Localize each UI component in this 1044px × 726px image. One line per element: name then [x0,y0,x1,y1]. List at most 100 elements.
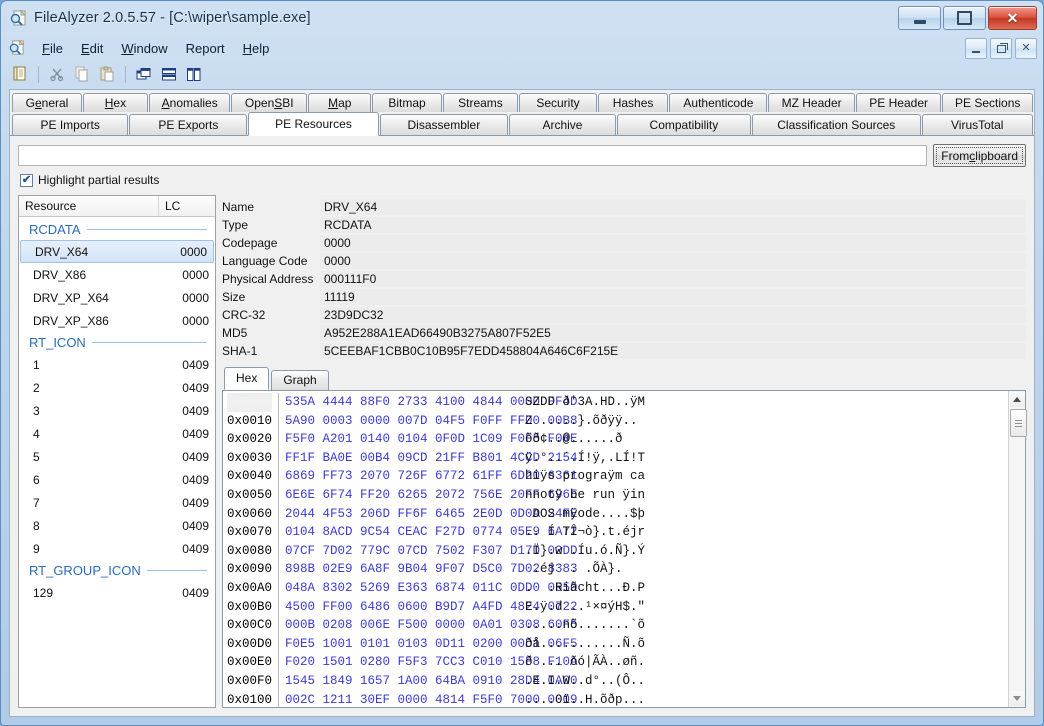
hex-row[interactable]: 000B 0208 006E F500 0000 0A01 0308 60F5.… [285,616,1008,635]
search-input[interactable] [18,145,928,166]
hex-offset: 0x0000 [227,393,273,412]
document-icon [9,39,25,56]
resource-item-icon-4[interactable]: 4 0409 [19,422,215,445]
checkmark-icon: ✔ [21,173,32,186]
cut-scissors-icon[interactable] [46,64,68,85]
tab-general[interactable]: General [12,93,82,112]
resource-item-icon-8[interactable]: 8 0409 [19,514,215,537]
hex-vertical-scrollbar[interactable] [1008,391,1027,707]
tab-security[interactable]: Security [519,93,597,112]
resource-list-header: Resource LC [19,196,215,217]
resource-item-drv-xp-x86[interactable]: DRV_XP_X86 0000 [19,309,215,332]
cascade-windows-icon[interactable] [133,64,155,85]
resource-item-drv-xp-x64[interactable]: DRV_XP_X64 0000 [19,286,215,309]
hex-row[interactable]: 0104 8ACD 9C54 CEAC F27D 0774 05E9 6A72.… [285,523,1008,542]
hex-row[interactable]: 1545 1849 1657 1A00 64BA 0910 28D4 0A00.… [285,672,1008,691]
tab-authenticode[interactable]: Authenticode [669,93,768,112]
tile-vertical-icon[interactable] [183,64,205,85]
scrollbar-thumb[interactable] [1010,409,1027,437]
hex-row[interactable]: FF1F BA0E 00B4 09CD 21FF B801 4CCD 2154ÿ… [285,449,1008,468]
resource-item-icon-3[interactable]: 3 0409 [19,399,215,422]
resource-group-rt-icon[interactable]: RT_ICON [19,332,215,353]
property-row-name: Name DRV_X64 [222,198,1026,216]
property-value-type: RCDATA [320,217,1026,233]
tile-horizontal-icon[interactable] [158,64,180,85]
minimize-button[interactable] [898,6,941,30]
resource-item-icon-7[interactable]: 7 0409 [19,491,215,514]
hex-row[interactable]: F5F0 A201 0140 0104 0F0D 1C09 F0F5 F00Eõ… [285,430,1008,449]
tab-streams[interactable]: Streams [442,93,519,112]
hex-row[interactable]: 002C 1211 30EF 0000 4814 F5F0 7000 0009.… [285,691,1008,708]
maximize-button[interactable] [943,6,986,30]
column-header-resource[interactable]: Resource [19,196,159,216]
tab-pe-exports[interactable]: PE Exports [129,114,248,135]
menu-window[interactable]: Window [112,38,176,59]
scroll-down-button[interactable] [1009,691,1025,706]
menu-report[interactable]: Report [177,38,234,59]
property-row-md5: MD5 A952E288A1EAD66490B3275A807F52E5 [222,324,1026,342]
resource-item-drv-x64[interactable]: DRV_X64 0000 [20,240,214,263]
resource-item-icon-6[interactable]: 6 0409 [19,468,215,491]
highlight-partial-results-checkbox[interactable]: ✔ [20,173,33,187]
tab-graph-view[interactable]: Graph [271,370,329,390]
tab-pe-resources[interactable]: PE Resources [248,112,379,136]
hex-offset: 0x0050 [227,487,273,502]
tab-pe-sections[interactable]: PE Sections [942,93,1033,112]
tab-archive[interactable]: Archive [509,114,616,135]
from-clipboard-button[interactable]: From c lipboard [933,144,1026,167]
tab-map[interactable]: Map [308,93,372,112]
resource-item-drv-x86[interactable]: DRV_X86 0000 [19,263,215,286]
hex-row[interactable]: 898B 02E9 6A8F 9B04 9F07 D5C0 7D02 8383 … [285,560,1008,579]
tab-pe-imports[interactable]: PE Imports [12,114,129,135]
resource-list-body: RCDATA DRV_X64 0000 DRV_X86 0000 DRV_XP_… [19,217,215,707]
open-file-icon[interactable] [9,64,31,85]
tab-pe-header[interactable]: PE Header [855,93,942,112]
hex-row[interactable]: F0E5 1001 0101 0103 0D11 0200 00D1 06F5ð… [285,635,1008,654]
group-divider [91,342,207,343]
tab-anomalies[interactable]: Anomalies [148,93,231,112]
copy-icon[interactable] [71,64,93,85]
tab-opensbi[interactable]: OpenSBI [231,93,308,112]
resource-group-rt-group-icon[interactable]: RT_GROUP_ICON [19,560,215,581]
resource-item-group-icon-129[interactable]: 129 0409 [19,581,215,604]
hex-row[interactable]: 048A 8302 5269 E363 6874 011C 0DD0 0550.… [285,579,1008,598]
hex-row[interactable]: 5A90 0003 0000 007D 04F5 F0FF FF00 00B8Z… [285,412,1008,431]
tab-hex-view[interactable]: Hex [224,367,270,390]
property-row-crc32: CRC-32 23D9DC32 [222,306,1026,324]
menu-help[interactable]: Help [234,38,279,59]
tab-hex[interactable]: Hex [82,93,148,112]
hex-row[interactable]: 6E6E 6F74 FF20 6265 2072 756E 20FF 696En… [285,486,1008,505]
hex-row[interactable]: 07CF 7D02 779C 07CD 7502 F307 D17D 02DD.… [285,542,1008,561]
tab-mz-header[interactable]: MZ Header [768,93,855,112]
hex-row[interactable]: 6869 FF73 2070 726F 6772 61FF 6D20 6361h… [285,467,1008,486]
resource-item-icon-9[interactable]: 9 0409 [19,537,215,560]
hex-offset: 0x0070 [227,525,273,540]
hex-row[interactable]: F020 1501 0280 F5F3 7CC3 C010 15F8 F10Að… [285,653,1008,672]
resource-group-rcdata[interactable]: RCDATA [19,219,215,240]
resource-item-icon-2[interactable]: 2 0409 [19,376,215,399]
menu-file[interactable]: File [33,38,72,59]
resource-item-icon-1[interactable]: 1 0409 [19,353,215,376]
hex-row[interactable]: 4500 FF00 6486 0600 B9D7 A4FD 4824 0722E… [285,598,1008,617]
hex-row[interactable]: 535A 4444 88F0 2733 4100 4844 0000 FF4DS… [285,393,1008,412]
hex-row[interactable]: 2044 4F53 206D FF6F 6465 2E0D 0D0A 24FE … [285,505,1008,524]
tab-compatibility[interactable]: Compatibility [616,114,752,135]
tab-bitmap[interactable]: Bitmap [372,93,442,112]
scroll-up-button[interactable] [1009,392,1025,407]
tab-classification-sources[interactable]: Classification Sources [752,114,921,135]
paste-icon[interactable] [96,64,118,85]
property-value-size: 11119 [320,289,1026,305]
tab-disassembler[interactable]: Disassembler [379,114,509,135]
menu-edit[interactable]: Edit [72,38,112,59]
property-row-physical-address: Physical Address 000111F0 [222,270,1026,288]
close-button[interactable]: ✕ [988,6,1037,30]
column-header-lc[interactable]: LC [159,196,215,216]
mdi-minimize-button[interactable] [965,38,987,59]
group-divider [86,229,207,230]
resource-item-icon-5[interactable]: 5 0409 [19,445,215,468]
tab-virustotal[interactable]: VirusTotal [921,114,1033,135]
property-row-sha1: SHA-1 5CEEBAF1CBB0C10B95F7EDD458804A646C… [222,342,1026,360]
mdi-restore-button[interactable] [990,38,1012,59]
mdi-close-button[interactable]: ✕ [1015,38,1037,59]
tab-hashes[interactable]: Hashes [597,93,669,112]
